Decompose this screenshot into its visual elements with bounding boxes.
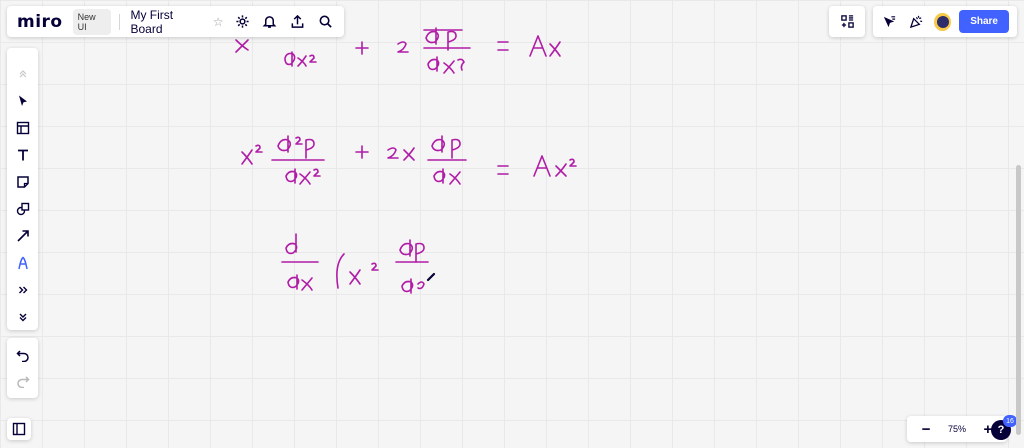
- zoom-level[interactable]: 75%: [948, 424, 966, 434]
- collapse-icon[interactable]: [11, 60, 35, 87]
- bell-icon[interactable]: [261, 13, 279, 31]
- share-button[interactable]: Share: [959, 10, 1009, 33]
- cursor-follow-icon[interactable]: [881, 13, 898, 31]
- search-icon[interactable]: [316, 13, 334, 31]
- new-ui-badge[interactable]: New UI: [72, 8, 112, 35]
- settings-icon[interactable]: [234, 13, 252, 31]
- apps-icon[interactable]: [838, 13, 856, 31]
- select-icon[interactable]: [11, 87, 35, 114]
- user-avatar[interactable]: [934, 12, 952, 31]
- redo-icon[interactable]: [11, 368, 35, 394]
- more-tools-icon[interactable]: [11, 276, 35, 303]
- vertical-scrollbar[interactable]: [1016, 165, 1021, 435]
- undo-icon[interactable]: [11, 342, 35, 368]
- apps-panel: [829, 6, 865, 37]
- board-title[interactable]: My First Board: [130, 8, 206, 36]
- pen-cursor: [426, 272, 436, 282]
- sidebar-icon: [7, 416, 31, 443]
- text-icon[interactable]: [11, 141, 35, 168]
- shapes-icon[interactable]: [11, 195, 35, 222]
- board-panel-toggle[interactable]: [7, 418, 31, 440]
- miro-logo[interactable]: miro: [17, 12, 63, 32]
- handwritten-equations: [235, 27, 577, 294]
- expand-icon[interactable]: [11, 303, 35, 330]
- celebrate-icon[interactable]: [908, 13, 925, 31]
- frame-icon[interactable]: [11, 114, 35, 141]
- left-toolbar: [7, 48, 38, 330]
- divider: [119, 13, 121, 30]
- collaboration-bar: Share: [873, 6, 1017, 37]
- upload-icon[interactable]: [289, 13, 307, 31]
- arrow-icon[interactable]: [11, 222, 35, 249]
- help-count-badge: 16: [1003, 415, 1017, 427]
- equation-line-3: [281, 233, 429, 294]
- top-bar: miro New UI My First Board ☆: [7, 6, 344, 37]
- star-icon[interactable]: ☆: [213, 15, 224, 29]
- equation-line-2: [241, 135, 577, 185]
- sticky-note-icon[interactable]: [11, 168, 35, 195]
- zoom-out-button[interactable]: −: [922, 421, 931, 438]
- history-bar: [7, 338, 38, 398]
- pen-icon[interactable]: [11, 249, 35, 276]
